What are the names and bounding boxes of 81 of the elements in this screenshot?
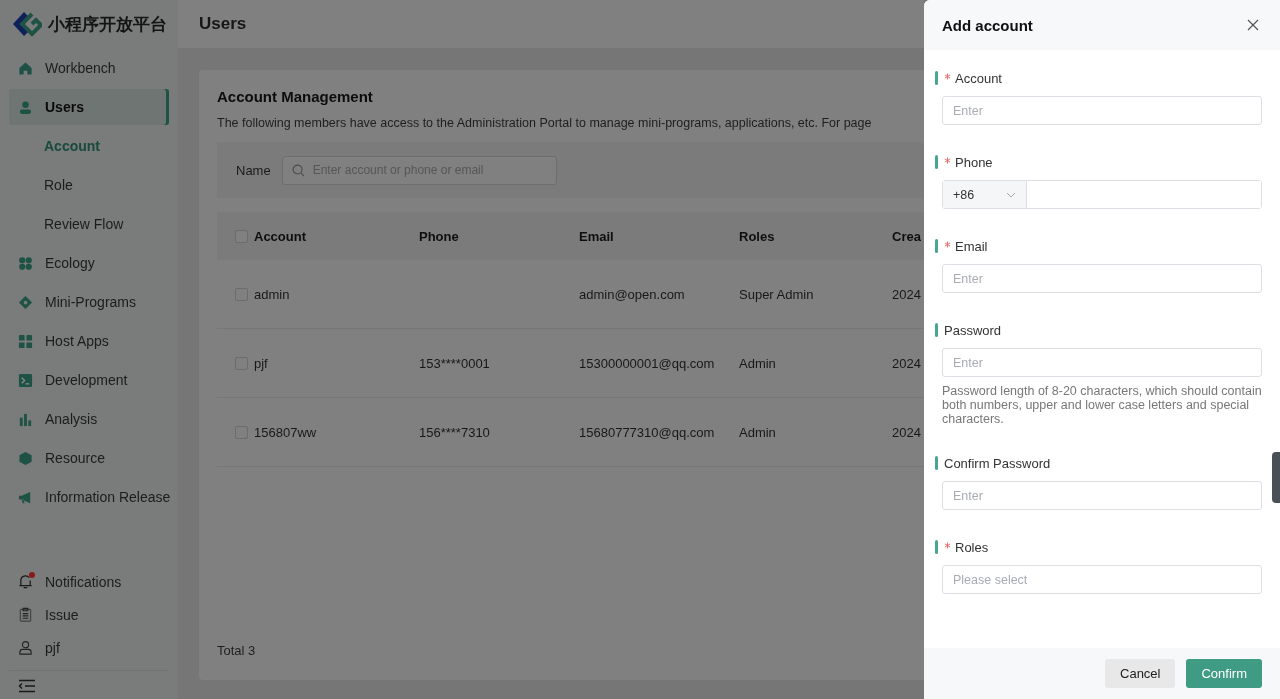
column-header: Account [254,228,307,244]
field-label: Roles [955,539,989,555]
total-count: Total 3 [217,643,257,658]
bar-chart-icon [18,411,33,427]
label-marker [935,239,938,253]
table-cell: 156807ww [254,424,317,440]
table-cell: 15680777310@qq.com [579,424,715,440]
nav-subitem[interactable]: Review Flow [9,206,169,242]
nav-item[interactable]: Mini-Programs [9,284,169,320]
input-field[interactable]: Enter [942,96,1262,125]
field-hint: Password length of 8-20 characters, which should contain both numbers, upper and lower case letters and special characters. [942,384,1262,426]
table-cell: 2024 [892,355,921,371]
nav-item[interactable]: Notifications [9,565,169,598]
field-label: Confirm Password [944,455,1051,471]
phone-field[interactable]: +86 [942,180,1262,209]
field-label: Phone [955,154,993,170]
nav-subitem[interactable]: Account [9,128,169,164]
nav-item[interactable]: Users [9,89,169,125]
field-label: Account [955,70,1002,86]
label-marker [935,540,938,554]
input-field[interactable]: Enter [942,348,1262,377]
table-cell: 2024 [892,286,921,302]
nav-item[interactable]: Host Apps [9,323,169,359]
megaphone-icon [18,489,33,505]
table-cell: admin [254,286,290,302]
input-field[interactable]: Enter [942,481,1262,510]
brand-name: 小程序开放平台 [48,13,167,36]
close-icon[interactable] [1247,19,1259,31]
diamond-icon [18,294,33,310]
nav-item[interactable]: Resource [9,440,169,476]
clover-icon [18,255,33,271]
cancel-button[interactable]: Cancel [1105,659,1176,688]
table-cell: 15300000001@qq.com [579,355,715,371]
table-cell: 153****0001 [419,355,490,371]
input-field[interactable]: Enter [942,264,1262,293]
nav-item[interactable]: Information Release [9,479,169,515]
table-cell: 156****7310 [419,424,490,440]
column-header: Crea [892,228,922,244]
table-cell: Admin [739,424,776,440]
nav-item[interactable]: Development [9,362,169,398]
label-marker [935,71,938,85]
table-cell: pjf [254,355,268,371]
grid-icon [18,333,33,349]
field-label: Password [944,322,1002,338]
clipboard-icon [18,607,33,622]
bell-icon [18,574,33,589]
label-marker [935,323,938,337]
label-marker [935,456,938,470]
column-header: Email [579,228,615,244]
nav-item[interactable]: Ecology [9,245,169,281]
table-cell: 2024 [892,424,921,440]
table-cell: Super Admin [739,286,814,302]
logo-icon [12,11,42,37]
user-icon [18,99,33,115]
field-label: Email [955,238,988,254]
nav-item[interactable]: Analysis [9,401,169,437]
cube-icon [18,450,33,466]
collapse-menu-icon[interactable] [18,679,36,693]
side-handle[interactable] [1272,452,1280,503]
chevron-down-icon [1006,191,1016,198]
filter-label: Name [236,162,271,178]
search-icon [291,163,305,177]
table-cell: admin@open.com [579,286,685,302]
nav-subitem[interactable]: Role [9,167,169,203]
table-cell: Admin [739,355,776,371]
description: The following members have access to the Administration Portal to manage mini-programs, applications, etc. For page [217,116,873,130]
column-header: Phone [419,228,460,244]
page-title: Users [199,14,247,34]
column-header: Roles [739,228,776,244]
section-title: Account Management [217,88,374,105]
home-icon [18,60,33,76]
terminal-icon [18,372,33,388]
select-field[interactable]: Please select [942,565,1262,594]
label-marker [935,155,938,169]
nav-item[interactable]: Issue [9,598,169,631]
confirm-button[interactable]: Confirm [1186,659,1262,688]
nav-item[interactable]: Workbench [9,50,169,86]
nav-item[interactable]: pjf [9,631,169,664]
drawer-title: Add account [942,16,1033,34]
country-code-select[interactable]: +86 [943,181,1027,208]
person-icon [18,640,33,655]
